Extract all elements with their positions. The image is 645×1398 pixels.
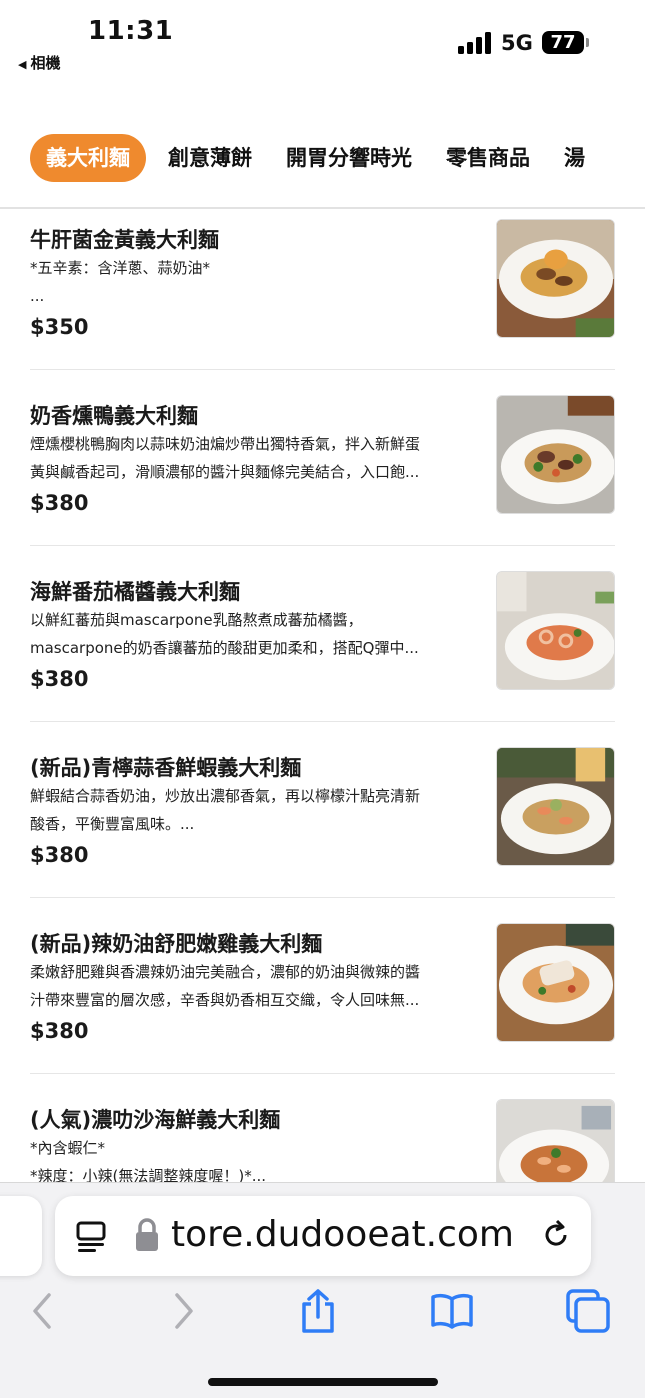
item-photo[interactable] <box>496 923 615 1042</box>
item-description-line: mascarpone的奶香讓蕃茄的酸甜更加柔和，搭配Q彈中... <box>30 639 419 657</box>
lock-icon <box>136 1218 158 1251</box>
browser-toolbar: tore.dudooeat.com <box>0 1182 645 1398</box>
previous-tab-card[interactable] <box>0 1196 42 1276</box>
tab-retail[interactable]: 零售商品 <box>446 134 530 182</box>
item-name: (人氣)濃叻沙海鮮義大利麵 <box>30 1108 281 1132</box>
back-icon[interactable] <box>22 1289 66 1333</box>
network-type: 5G <box>501 31 533 55</box>
forward-icon[interactable] <box>160 1289 204 1333</box>
battery-cap <box>586 38 589 47</box>
status-time: 11:31 <box>88 16 174 46</box>
home-indicator <box>208 1378 438 1386</box>
item-photo[interactable] <box>496 395 615 514</box>
menu-item[interactable]: 海鮮番茄橘醬義大利麵 以鮮紅蕃茄與mascarpone乳酪熬煮成蕃茄橘醬， ma… <box>30 546 615 722</box>
item-description: 鮮蝦結合蒜香奶油，炒放出濃郁香氣，再以檸檬汁點亮清新 酸香，平衡豐富風味。... <box>30 782 480 838</box>
item-price: $350 <box>30 315 89 339</box>
tab-soup[interactable]: 湯 <box>564 134 585 182</box>
item-description: *五辛素：含洋蔥、蒜奶油* ... <box>30 254 480 310</box>
tab-pasta[interactable]: 義大利麵 <box>30 134 146 182</box>
bookmarks-icon[interactable] <box>430 1289 474 1333</box>
item-description: 以鮮紅蕃茄與mascarpone乳酪熬煮成蕃茄橘醬， mascarpone的奶香… <box>30 606 480 662</box>
item-description-line: 黃與鹹香起司，滑順濃郁的醬汁與麵條完美結合，入口飽... <box>30 463 420 481</box>
menu-item[interactable]: (新品)青檸蒜香鮮蝦義大利麵 鮮蝦結合蒜香奶油，炒放出濃郁香氣，再以檸檬汁點亮清… <box>30 722 615 898</box>
item-photo[interactable] <box>496 747 615 866</box>
item-price: $380 <box>30 843 89 867</box>
share-icon[interactable] <box>296 1289 340 1333</box>
tabs-icon[interactable] <box>566 1289 610 1333</box>
menu-item[interactable]: (人氣)濃叻沙海鮮義大利麵 *內含蝦仁* *辣度：小辣(無法調整辣度喔！)*..… <box>30 1074 615 1182</box>
menu-list: 牛肝菌金黃義大利麵 *五辛素：含洋蔥、蒜奶油* ... $350 奶香燻鴨義大利… <box>0 210 645 1182</box>
menu-item[interactable]: 牛肝菌金黃義大利麵 *五辛素：含洋蔥、蒜奶油* ... $350 <box>30 210 615 370</box>
back-app-label: 相機 <box>30 54 61 72</box>
tabs-divider <box>0 207 645 209</box>
item-photo[interactable] <box>496 1099 615 1182</box>
status-bar: 11:31 ◀ 相機 5G 77 <box>0 0 645 80</box>
item-description-line: *五辛素：含洋蔥、蒜奶油* <box>30 259 211 277</box>
item-name: 海鮮番茄橘醬義大利麵 <box>30 580 240 604</box>
item-description-line: 柔嫩舒肥雞與香濃辣奶油完美融合，濃郁的奶油與微辣的醬 <box>30 963 421 981</box>
item-description-line: *辣度：小辣(無法調整辣度喔！)*... <box>30 1167 267 1182</box>
menu-item[interactable]: (新品)辣奶油舒肥嫩雞義大利麵 柔嫩舒肥雞與香濃辣奶油完美融合，濃郁的奶油與微辣… <box>30 898 615 1074</box>
item-description: 煙燻櫻桃鴨胸肉以蒜味奶油煸炒帶出獨特香氣，拌入新鮮蛋 黃與鹹香起司，滑順濃郁的醬… <box>30 430 480 486</box>
back-triangle-icon: ◀ <box>18 58 27 71</box>
item-description-line: 酸香，平衡豐富風味。... <box>30 815 195 833</box>
item-description: 柔嫩舒肥雞與香濃辣奶油完美融合，濃郁的奶油與微辣的醬 汁帶來豐富的層次感，辛香與… <box>30 958 480 1014</box>
item-name: 牛肝菌金黃義大利麵 <box>30 228 219 252</box>
menu-item[interactable]: 奶香燻鴨義大利麵 煙燻櫻桃鴨胸肉以蒜味奶油煸炒帶出獨特香氣，拌入新鮮蛋 黃與鹹香… <box>30 370 615 546</box>
item-photo[interactable] <box>496 571 615 690</box>
item-description-line: 以鮮紅蕃茄與mascarpone乳酪熬煮成蕃茄橘醬， <box>30 611 363 629</box>
page-menu-icon[interactable] <box>75 1220 107 1252</box>
item-description: *內含蝦仁* *辣度：小辣(無法調整辣度喔！)*... <box>30 1134 480 1182</box>
reload-icon[interactable] <box>539 1218 573 1252</box>
item-description-line: *內含蝦仁* <box>30 1139 106 1157</box>
item-photo[interactable] <box>496 219 615 338</box>
url-text[interactable]: tore.dudooeat.com <box>171 1214 514 1255</box>
item-price: $380 <box>30 491 89 515</box>
item-name: 奶香燻鴨義大利麵 <box>30 404 198 428</box>
item-name: (新品)辣奶油舒肥嫩雞義大利麵 <box>30 932 323 956</box>
item-price: $380 <box>30 1019 89 1043</box>
category-tabs: 義大利麵 創意薄餅 開胃分響時光 零售商品湯 <box>30 134 645 184</box>
item-price: $380 <box>30 667 89 691</box>
item-name: (新品)青檸蒜香鮮蝦義大利麵 <box>30 756 302 780</box>
address-bar[interactable]: tore.dudooeat.com <box>55 1196 591 1276</box>
back-to-app-link[interactable]: ◀ 相機 <box>18 52 60 73</box>
item-description-line: 鮮蝦結合蒜香奶油，炒放出濃郁香氣，再以檸檬汁點亮清新 <box>30 787 421 805</box>
tab-creative-flatbread[interactable]: 創意薄餅 <box>168 134 252 182</box>
item-description-line: ... <box>30 287 45 305</box>
item-description-line: 煙燻櫻桃鴨胸肉以蒜味奶油煸炒帶出獨特香氣，拌入新鮮蛋 <box>30 435 421 453</box>
battery-icon: 77 <box>542 31 584 54</box>
cellular-signal-icon <box>458 32 492 54</box>
battery-level: 77 <box>550 32 576 53</box>
item-description-line: 汁帶來豐富的層次感，辛香與奶香相互交織，令人回味無... <box>30 991 420 1009</box>
tab-appetizers[interactable]: 開胃分響時光 <box>286 134 412 182</box>
